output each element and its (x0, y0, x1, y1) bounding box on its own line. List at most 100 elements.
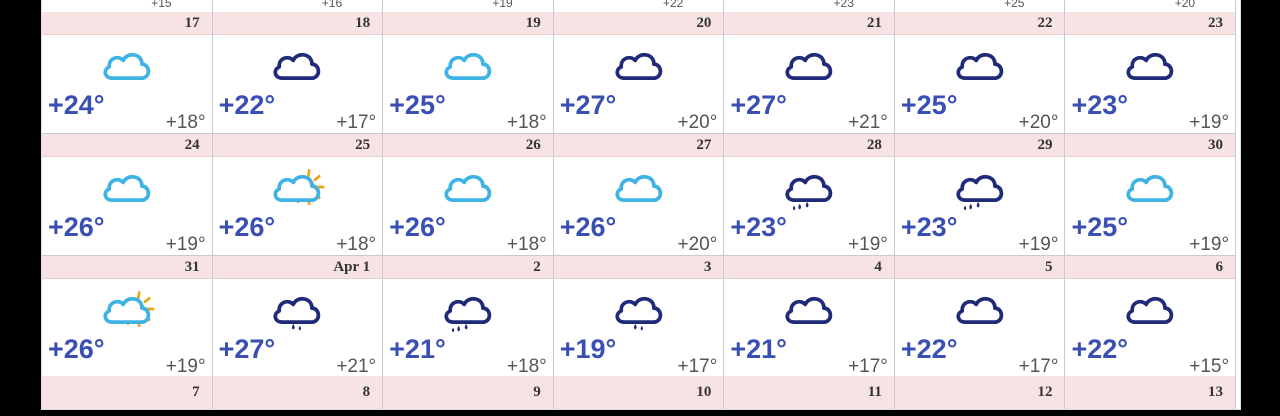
day-cell[interactable]: 29 +23° +19° (894, 134, 1066, 256)
low-temperature: +19° (848, 234, 888, 255)
day-date: 30 (1065, 134, 1236, 157)
partial-cell: +23 (724, 0, 895, 12)
day-cell[interactable]: 20 +27° +20° (553, 12, 725, 134)
partial-cell: +20 (1065, 0, 1237, 12)
day-cell[interactable]: 24 +26° +19° (42, 134, 213, 256)
low-temperature: +20° (677, 112, 718, 133)
low-temperature: +19° (1189, 234, 1230, 255)
cloud-dark-icon (781, 288, 837, 332)
day-date[interactable]: 13 (1065, 376, 1237, 409)
low-temperature: +17° (1018, 356, 1059, 377)
day-date: 26 (383, 134, 553, 157)
high-temperature: +27° (559, 90, 617, 120)
day-cell[interactable]: Apr 1 +27° +21° (212, 256, 384, 378)
high-temperature: +23° (730, 212, 787, 242)
low-temperature: +18° (165, 112, 206, 133)
day-date: 24 (42, 134, 212, 157)
partial-cell: +16 (212, 0, 384, 12)
day-date[interactable]: 7 (42, 376, 213, 409)
day-cell[interactable]: 31 +26° +19° (42, 256, 213, 378)
cloud-light-icon (440, 166, 496, 210)
day-cell[interactable]: 28 +23° +19° (724, 134, 895, 256)
day-cell[interactable]: 19 +25° +18° (383, 12, 554, 134)
day-date: 27 (553, 134, 724, 157)
low-temperature: +21° (336, 356, 377, 377)
high-temperature: +26° (389, 212, 446, 242)
day-cell[interactable]: 25 +26° +18° (212, 134, 384, 256)
week-row: 31 +26° +19° Apr 1 +27° +21° 2 +21° +18° 3 +19° +17… (42, 256, 1237, 378)
day-date[interactable]: 9 (383, 376, 554, 409)
day-date[interactable]: 11 (724, 376, 895, 409)
day-date[interactable]: 12 (894, 376, 1066, 409)
day-cell[interactable]: 26 +26° +18° (383, 134, 554, 256)
rain-cloud-icon (781, 166, 837, 211)
sun-cloud-icon (99, 288, 155, 332)
day-date: 17 (42, 12, 212, 35)
low-temperature: +18° (506, 234, 547, 255)
low-temperature: +19° (165, 234, 206, 255)
low-temperature: +17° (848, 356, 888, 377)
partial-cell: +22 (553, 0, 725, 12)
rain-cloud-icon (440, 288, 496, 333)
day-date: 18 (212, 12, 383, 35)
day-date: 21 (724, 12, 894, 35)
high-temperature: +26° (559, 212, 617, 242)
high-temperature: +19° (559, 334, 617, 364)
cloud-light-icon (1122, 166, 1178, 210)
cloud-dark-icon (952, 288, 1008, 332)
day-cell[interactable]: 22 +25° +20° (894, 12, 1066, 134)
low-temperature: +19° (1018, 234, 1059, 255)
partial-cell: +19 (383, 0, 554, 12)
cloud-dark-icon (1122, 44, 1178, 88)
cloud-dark-icon (1122, 288, 1178, 332)
day-date: 25 (212, 134, 383, 157)
day-cell[interactable]: 4 +21° +17° (724, 256, 895, 378)
day-date[interactable]: 10 (553, 376, 725, 409)
day-cell[interactable]: 17 +24° +18° (42, 12, 213, 134)
low-temperature: +20° (677, 234, 718, 255)
day-cell[interactable]: 6 +22° +15° (1065, 256, 1237, 378)
day-date: 6 (1065, 256, 1236, 279)
low-temperature: +21° (848, 112, 888, 133)
low-temperature: +20° (1018, 112, 1059, 133)
day-date: 19 (383, 12, 553, 35)
day-cell[interactable]: 27 +26° +20° (553, 134, 725, 256)
day-cell[interactable]: 18 +22° +17° (212, 12, 384, 134)
cloud-dark-icon (952, 44, 1008, 88)
day-cell[interactable]: 2 +21° +18° (383, 256, 554, 378)
high-temperature: +22° (900, 334, 958, 364)
cloud-light-icon (611, 166, 667, 210)
partial-cell: +25 (894, 0, 1066, 12)
high-temperature: +26° (218, 212, 276, 242)
day-cell[interactable]: 3 +19° +17° (553, 256, 725, 378)
calendar-grid: +15 +16 +19 +22 +23 +25 +20 17 +24° +18° 18 +22° +1… (42, 0, 1237, 409)
high-temperature: +22° (1071, 334, 1129, 364)
cloud-dark-icon (269, 44, 325, 88)
light-rain-cloud-icon (611, 288, 667, 332)
day-date: 22 (894, 12, 1065, 35)
day-date: 3 (553, 256, 724, 279)
low-temperature: +18° (506, 356, 547, 377)
day-cell[interactable]: 23 +23° +19° (1065, 12, 1237, 134)
day-cell[interactable]: 21 +27° +21° (724, 12, 895, 134)
high-temperature: +25° (900, 90, 958, 120)
high-temperature: +23° (900, 212, 958, 242)
day-date: 23 (1065, 12, 1236, 35)
high-temperature: +27° (730, 90, 787, 120)
partial-cell: +15 (42, 0, 213, 12)
low-temperature: +15° (1189, 356, 1230, 377)
high-temperature: +25° (1071, 212, 1129, 242)
day-cell[interactable]: 5 +22° +17° (894, 256, 1066, 378)
high-temperature: +21° (730, 334, 787, 364)
high-temperature: +24° (48, 90, 105, 120)
light-rain-cloud-icon (269, 288, 325, 332)
low-temperature: +18° (336, 234, 377, 255)
high-temperature: +25° (389, 90, 446, 120)
cloud-light-icon (99, 166, 155, 210)
cloud-dark-icon (781, 44, 837, 88)
day-date[interactable]: 8 (212, 376, 384, 409)
day-cell[interactable]: 30 +25° +19° (1065, 134, 1237, 256)
day-date: 28 (724, 134, 894, 157)
day-date: 20 (553, 12, 724, 35)
high-temperature: +27° (218, 334, 276, 364)
